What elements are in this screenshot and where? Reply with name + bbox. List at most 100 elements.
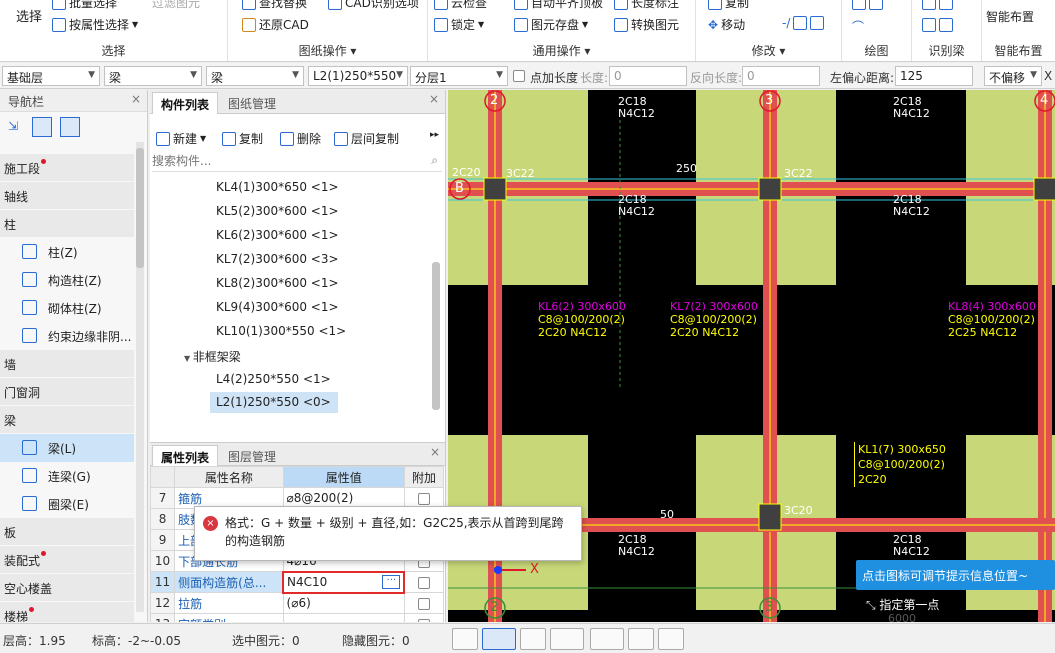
search-input[interactable] <box>152 152 412 170</box>
tab-component-list[interactable]: 构件列表 <box>152 92 219 114</box>
table-row[interactable]: 12 拉筋 (⌀6) <box>150 592 445 614</box>
extra-checkbox[interactable] <box>417 492 430 505</box>
tree-item[interactable]: KL5(2)300*600 <1> <box>216 204 339 218</box>
nav-cat-slab[interactable]: 板 <box>0 518 134 546</box>
reverse-length-input[interactable]: 0 <box>742 66 820 86</box>
nav-item-edge-member[interactable]: 约束边缘非阴... <box>0 322 134 350</box>
arc-button[interactable] <box>658 628 684 650</box>
expand-icon[interactable]: ⇲ <box>8 119 18 133</box>
save-element-button[interactable]: 图元存盘 ▼ <box>514 16 588 33</box>
identify-icon[interactable] <box>922 0 953 10</box>
move-button[interactable]: ✥ 移动 <box>708 16 745 33</box>
nav-item-column[interactable]: 柱(Z) <box>0 238 134 266</box>
ellipsis-button[interactable]: ··· <box>382 574 401 589</box>
floor-select[interactable]: 基础层 ▼ <box>2 66 100 86</box>
restore-cad-button[interactable]: 还原CAD <box>242 16 309 33</box>
search-box[interactable]: ⌕ <box>152 152 442 172</box>
tab-property-list[interactable]: 属性列表 <box>152 445 219 467</box>
identify-beam-icon[interactable] <box>922 18 953 32</box>
table-row-selected[interactable]: 11 侧面构造筋(总... N4C10 ··· <box>150 570 445 594</box>
property-value[interactable]: (⌀6) <box>282 592 405 614</box>
tree-item[interactable]: KL7(2)300*600 <3> <box>216 252 339 266</box>
auto-align-button[interactable]: 自动平齐顶板 <box>514 0 603 11</box>
nav-cat-column[interactable]: 柱 <box>0 210 134 238</box>
left-offset-input[interactable]: 125 <box>895 66 973 86</box>
point-length-checkbox[interactable] <box>513 70 525 82</box>
collapse-icon[interactable]: ▼ <box>184 354 193 363</box>
nav-cat-axis[interactable]: 轴线 <box>0 182 134 210</box>
category-select[interactable]: 梁 ▼ <box>104 66 202 86</box>
property-value-input[interactable]: N4C10 <box>287 575 327 589</box>
angle-button[interactable] <box>550 628 584 650</box>
cross-button[interactable] <box>520 628 546 650</box>
tree-scrollbar[interactable] <box>432 262 440 410</box>
nav-cat-prefab[interactable]: 装配式 <box>0 546 134 574</box>
delete-component-button[interactable]: 删除 <box>280 130 321 147</box>
detail-view-icon[interactable] <box>60 117 80 137</box>
tree-group[interactable]: ▼ 非框架梁 <box>184 348 241 365</box>
extra-checkbox[interactable] <box>418 576 431 589</box>
dimension-button[interactable] <box>590 628 624 650</box>
new-component-button[interactable]: 新建 ▼ <box>156 130 206 147</box>
nav-item-beam[interactable]: 梁(L) <box>0 434 134 462</box>
convert-element-button[interactable]: 转换图元 <box>614 16 679 33</box>
property-value[interactable] <box>282 613 405 622</box>
tree-item-selected[interactable]: L2(1)250*550 <0> <box>210 392 338 413</box>
tree-item[interactable]: L4(2)250*550 <1> <box>216 372 331 386</box>
info-tip[interactable]: 点击图标可调节提示信息位置~ <box>856 560 1055 590</box>
filter-elements-button[interactable]: 过滤图元 <box>152 0 200 11</box>
copy-component-button[interactable]: 复制 <box>222 130 263 147</box>
length-input[interactable]: 0 <box>609 66 687 86</box>
more-actions-icon[interactable]: ▸▸ <box>430 130 439 140</box>
type-select[interactable]: 梁 ▼ <box>206 66 304 86</box>
length-dim-button[interactable]: 长度标注 <box>614 0 679 11</box>
tree-item[interactable]: KL10(1)300*550 <1> <box>216 324 346 338</box>
snap-button[interactable] <box>482 628 516 650</box>
table-row[interactable]: 13 定额类别 <box>150 613 445 622</box>
arc-draw-icon[interactable]: ⌒ <box>852 18 864 35</box>
nav-item-masonry-column[interactable]: 砌体柱(Z) <box>0 294 134 322</box>
nav-cat-stairs[interactable]: 楼梯 <box>0 602 134 622</box>
close-icon[interactable]: × <box>131 92 141 106</box>
select-by-property-button[interactable]: 按属性选择 ▼ <box>52 16 138 33</box>
lock-button[interactable]: 锁定 ▼ <box>434 16 484 33</box>
modify-tools-icon[interactable]: -/ <box>782 16 825 30</box>
nav-cat-wall[interactable]: 墙 <box>0 350 134 378</box>
offset-mode-select[interactable]: 不偏移 ▼ <box>984 66 1042 86</box>
smart-layout-button[interactable]: 智能布置 <box>986 8 1034 25</box>
list-view-icon[interactable] <box>32 117 52 137</box>
batch-select-button[interactable]: 批量选择 <box>52 0 117 11</box>
tree-item[interactable]: KL9(4)300*600 <1> <box>216 300 339 314</box>
property-value-editing[interactable]: N4C10 ··· <box>282 570 406 594</box>
nav-cat-openings[interactable]: 门窗洞 <box>0 378 134 406</box>
nav-cat-construction-stage[interactable]: 施工段 <box>0 154 134 182</box>
cloud-check-button[interactable]: 云检查 <box>434 0 487 11</box>
close-icon[interactable]: × <box>430 445 440 459</box>
line-draw-icon[interactable] <box>852 0 883 10</box>
tree-item[interactable]: KL8(2)300*600 <1> <box>216 276 339 290</box>
nav-item-ring-beam[interactable]: 圈梁(E) <box>0 490 134 518</box>
tab-drawing-management[interactable]: 图纸管理 <box>220 92 284 114</box>
extra-checkbox[interactable] <box>417 597 430 610</box>
display-button[interactable] <box>628 628 654 650</box>
copy-button[interactable]: 复制 <box>708 0 749 11</box>
tab-layer-management[interactable]: 图层管理 <box>220 445 284 467</box>
find-replace-button[interactable]: 查找替换 <box>242 0 307 11</box>
tree-item[interactable]: KL4(1)300*650 <1> <box>216 180 339 194</box>
close-toolbar-button[interactable]: X <box>1044 69 1052 83</box>
nav-scrollbar[interactable] <box>136 142 144 612</box>
nav-item-link-beam[interactable]: 连梁(G) <box>0 462 134 490</box>
component-select[interactable]: L2(1)250*550 ▼ <box>308 66 408 86</box>
cad-options-button[interactable]: CAD识别选项 <box>328 0 419 11</box>
layer-select[interactable]: 分层1 ▼ <box>410 66 508 86</box>
nav-cat-beam[interactable]: 梁 <box>0 406 134 434</box>
copy-between-floors-button[interactable]: 层间复制 <box>334 130 399 147</box>
nav-item-structural-column[interactable]: 构造柱(Z) <box>0 266 134 294</box>
close-icon[interactable]: × <box>429 92 439 106</box>
search-icon[interactable]: ⌕ <box>431 153 438 168</box>
tree-item[interactable]: KL6(2)300*600 <1> <box>216 228 339 242</box>
ortho-button[interactable] <box>452 628 478 650</box>
select-button[interactable]: 选择 <box>16 6 42 25</box>
nav-cat-hollow-floor[interactable]: 空心楼盖 <box>0 574 134 602</box>
extra-checkbox[interactable] <box>417 618 430 622</box>
